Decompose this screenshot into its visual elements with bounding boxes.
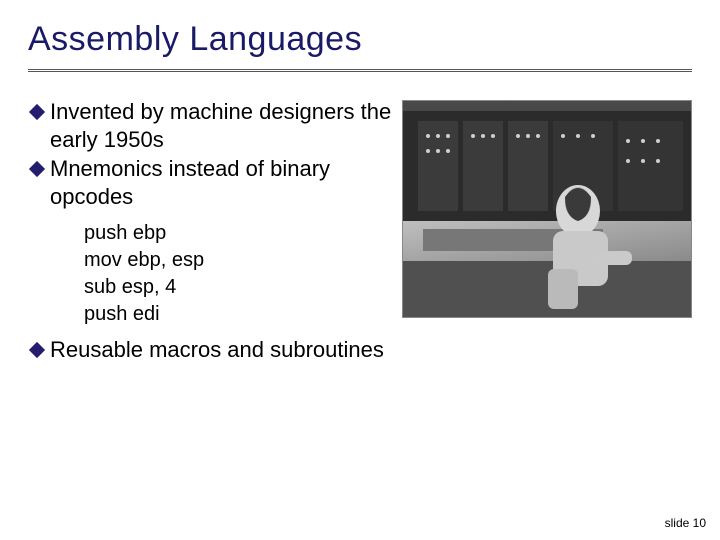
slide-body: Invented by machine designers the early … <box>28 98 692 364</box>
bullet-text: Mnemonics instead of binary opcodes <box>50 155 350 210</box>
diamond-bullet-icon <box>28 103 46 121</box>
bullet-item: Reusable macros and subroutines <box>28 336 692 364</box>
historical-computer-photo <box>402 100 692 318</box>
bullet-text: Reusable macros and subroutines <box>50 336 384 364</box>
slide-number: slide 10 <box>665 516 706 530</box>
title-underline <box>28 69 692 72</box>
diamond-bullet-icon <box>28 341 46 359</box>
slide-container: Assembly Languages Invented by machine d… <box>0 0 720 540</box>
bullet-text: Invented by machine designers the early … <box>50 98 400 153</box>
slide-title: Assembly Languages <box>28 20 692 59</box>
diamond-bullet-icon <box>28 160 46 178</box>
